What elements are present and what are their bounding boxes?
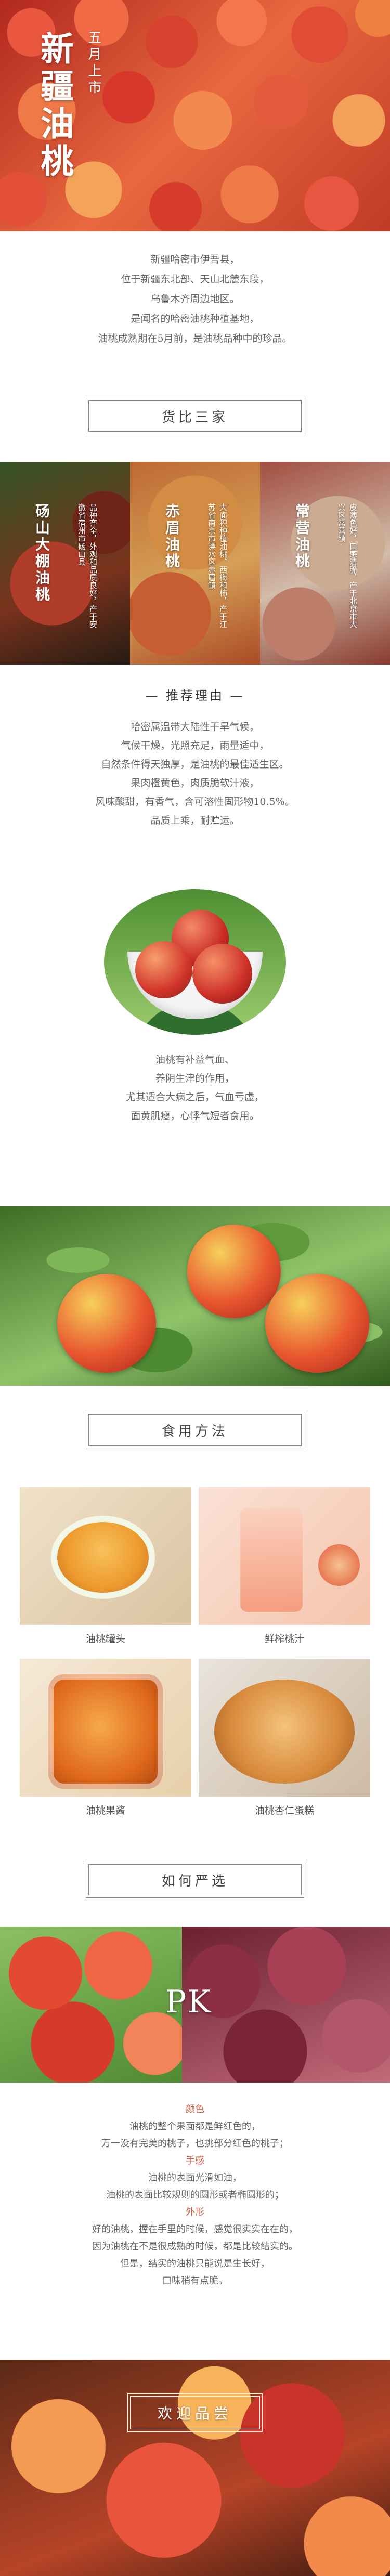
recipe-label: 油桃果酱 xyxy=(85,1805,125,1816)
nectarine-shape xyxy=(265,1274,369,1373)
reasons-heading: — 推荐理由 — xyxy=(0,685,390,704)
recipes-heading: 食用方法 xyxy=(86,1412,304,1448)
intro-line: 乌鲁木齐周边地区。 xyxy=(150,293,240,305)
fresh-juice-image xyxy=(199,1487,370,1625)
select-line: 好的油桃，握在手里的时候，感觉很实实在在的， xyxy=(92,2224,298,2235)
panel-desc: 品种齐全，外观和品质良好，产于安徽省宿州市砀山县 xyxy=(77,503,98,628)
intro-line: 新疆哈密市伊吾县， xyxy=(150,254,240,265)
reason-line: 风味酸甜，有香气，含可溶性固形物10.5%。 xyxy=(95,796,295,808)
select-line: 但是，结实的油桃只能说是生长好， xyxy=(120,2258,270,2269)
select-heading: 如何严选 xyxy=(86,1862,304,1898)
peach-slice-shape xyxy=(318,1544,360,1586)
footer-banner: 欢迎品尝 xyxy=(0,2360,390,2576)
compare-panel-changying: 常营油桃 皮薄色好，口感清脆，产于北京市大兴区常营镇 xyxy=(260,462,390,665)
reasons-heading-text: 推荐理由 xyxy=(166,688,224,703)
intro-line: 油桃成熟期在5月前，是油桃品种中的珍品。 xyxy=(98,333,292,344)
compare-panels: 砀山大棚油桃 品种齐全，外观和品质良好，产于安徽省宿州市砀山县 赤眉油桃 大面积… xyxy=(0,462,390,665)
canned-nectarine-image xyxy=(20,1487,191,1625)
select-line: 油桃的整个果面都是鲜红色的， xyxy=(129,2121,261,2132)
reason-line: 果肉橙黄色，肉质脆软汁液， xyxy=(131,777,259,789)
reasons-text: 哈密属温带大陆性干旱气候， 气候干燥，光照充足，雨量适中， 自然条件得天独厚，是… xyxy=(0,718,390,830)
welcome-label: 欢迎品尝 xyxy=(127,2393,263,2432)
benefit-line: 面黄肌瘦，心悸气短者食用。 xyxy=(131,1110,259,1122)
shape-label: 外形 xyxy=(186,2207,204,2218)
dash-right: — xyxy=(224,688,245,703)
select-line: 因为油桃在不是很成熟的时候，都是比较结实的。 xyxy=(92,2241,298,2252)
nectarine-vs-peach-image: PK xyxy=(0,1927,390,2083)
recipe-canned-nectarine: 油桃罐头 xyxy=(20,1487,191,1645)
jam-jar-shape xyxy=(48,1674,163,1789)
select-line: 油桃的表面光滑如油， xyxy=(148,2172,242,2183)
recipe-fresh-juice: 鲜榨桃汁 xyxy=(199,1487,370,1645)
nectarine-shape xyxy=(57,1274,156,1373)
intro-line: 位于新疆东北部、天山北麓东段， xyxy=(121,274,269,285)
nectarine-side-image xyxy=(0,1927,182,2083)
glass-shape xyxy=(240,1508,303,1612)
panel-desc: 大面积种植油桃、西梅和柿，产于江苏省南京市溧水区赤眉镇 xyxy=(207,503,228,628)
hero-subtitle: 五月上市 xyxy=(86,30,101,97)
panel-name: 赤眉油桃 xyxy=(163,503,180,570)
select-line: 口味稍有点脆。 xyxy=(162,2275,228,2286)
feel-label: 手感 xyxy=(186,2155,204,2166)
recipe-label: 油桃罐头 xyxy=(85,1633,125,1645)
select-text: 颜色 油桃的整个果面都是鲜红色的， 万一没有完美的桃子，也挑部分红色的桃子； 手… xyxy=(0,2101,390,2289)
recipe-jam: 油桃果酱 xyxy=(20,1659,191,1817)
cake-shape xyxy=(214,1680,355,1784)
intro-text: 新疆哈密市伊吾县， 位于新疆东北部、天山北麓东段， 乌鲁木齐周边地区。 是闻名的… xyxy=(0,250,390,348)
benefit-line: 养阴生津的作用， xyxy=(155,1073,235,1084)
recipe-label: 油桃杏仁蛋糕 xyxy=(254,1805,314,1816)
nectarine-shape xyxy=(192,944,252,1004)
reason-line: 哈密属温带大陆性干旱气候， xyxy=(131,721,259,733)
hero-banner: 新疆油桃 五月上市 xyxy=(0,0,390,231)
panel-desc: 皮薄色好，口感清脆，产于北京市大兴区常营镇 xyxy=(337,503,358,628)
panel-name: 砀山大棚油桃 xyxy=(33,503,50,603)
color-label: 颜色 xyxy=(186,2104,204,2115)
intro-line: 是闻名的哈密油桃种植基地， xyxy=(131,313,259,324)
almond-cake-image xyxy=(199,1659,370,1797)
panel-name: 常营油桃 xyxy=(293,503,310,570)
benefit-line: 尤其适合大病之后，气血亏虚， xyxy=(125,1091,264,1103)
bowl-shape xyxy=(51,1516,155,1599)
recipe-almond-cake: 油桃杏仁蛋糕 xyxy=(199,1659,370,1817)
nectarine-shape xyxy=(187,1225,281,1318)
compare-panel-dangshan: 砀山大棚油桃 品种齐全，外观和品质良好，产于安徽省宿州市砀山县 xyxy=(0,462,130,665)
hero-title: 新疆油桃 xyxy=(35,31,74,181)
nectarine-shape xyxy=(135,941,192,998)
recipe-label: 鲜榨桃汁 xyxy=(264,1633,304,1645)
compare-panel-chimei: 赤眉油桃 大面积种植油桃、西梅和柿，产于江苏省南京市溧水区赤眉镇 xyxy=(130,462,260,665)
reason-line: 品质上乘，耐贮运。 xyxy=(150,815,240,826)
peach-side-image xyxy=(182,1927,390,2083)
page: 新疆油桃 五月上市 新疆哈密市伊吾县， 位于新疆东北部、天山北麓东段， 乌鲁木齐… xyxy=(0,0,390,2576)
reason-line: 气候干燥，光照充足，雨量适中， xyxy=(121,740,269,751)
reason-line: 自然条件得天独厚，是油桃的最佳适生区。 xyxy=(101,759,289,770)
benefit-line: 油桃有补益气血、 xyxy=(155,1054,235,1065)
select-line: 万一没有完美的桃子，也挑部分红色的桃子； xyxy=(101,2138,289,2149)
benefits-text: 油桃有补益气血、 养阴生津的作用， 尤其适合大病之后，气血亏虚， 面黄肌瘦，心悸… xyxy=(0,1050,390,1125)
bowl-of-nectarines-image xyxy=(104,889,286,1035)
jam-image xyxy=(20,1659,191,1797)
dash-left: — xyxy=(145,688,166,703)
select-line: 油桃的表面比较规则的圆形或者椭圆形的； xyxy=(106,2190,284,2201)
pk-label: PK xyxy=(165,1984,212,2020)
compare-heading: 货比三家 xyxy=(86,398,304,434)
nectarine-tree-image xyxy=(0,1206,390,1386)
